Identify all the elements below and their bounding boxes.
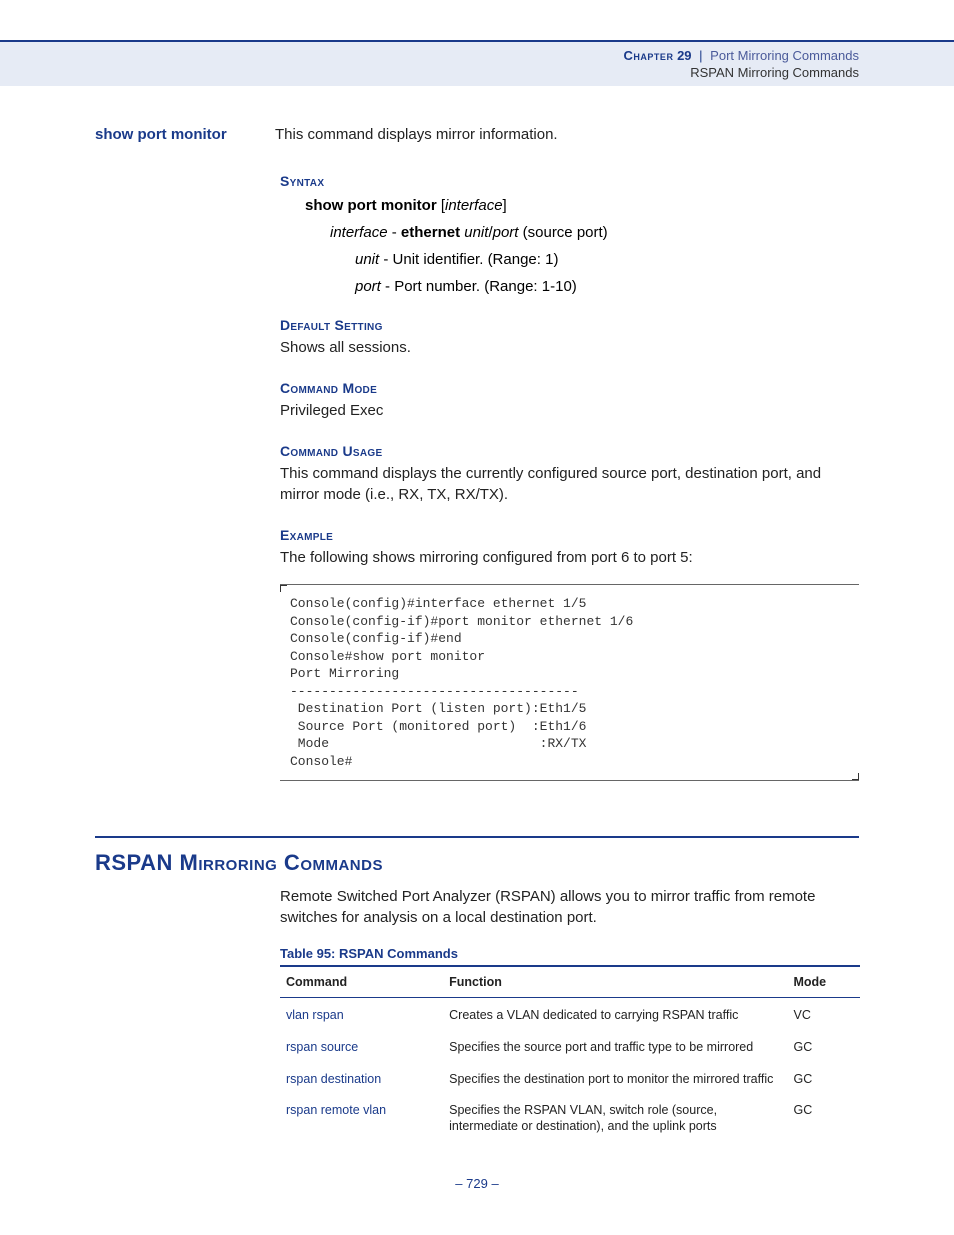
command-mode-text: Privileged Exec (280, 400, 859, 421)
cmd-link[interactable]: rspan remote vlan (280, 1093, 443, 1140)
cmd-function: Specifies the destination port to monito… (443, 1062, 787, 1094)
command-details: Syntax show port monitor [interface] int… (280, 173, 859, 781)
cmd-mode: GC (788, 1030, 861, 1062)
syntax-cmd-bold: show port monitor (305, 197, 437, 214)
syntax-ethernet-bold: ethernet (401, 224, 460, 241)
header-subtitle: RSPAN Mirroring Commands (0, 65, 859, 80)
example-heading: Example (280, 527, 859, 543)
syntax-line-1: show port monitor [interface] (305, 197, 859, 214)
rspan-section-title: RSPAN Mirroring Commands (95, 850, 859, 876)
example-code: Console(config)#interface ethernet 1/5 C… (290, 595, 859, 770)
syntax-line-3: unit - Unit identifier. (Range: 1) (355, 251, 859, 268)
cmd-link[interactable]: rspan destination (280, 1062, 443, 1094)
cmd-function: Creates a VLAN dedicated to carrying RSP… (443, 998, 787, 1030)
syntax-heading: Syntax (280, 173, 859, 189)
syntax-line-4: port - Port number. (Range: 1-10) (355, 278, 859, 295)
syntax-unit-param: unit (355, 251, 379, 268)
table-row: rspan source Specifies the source port a… (280, 1030, 860, 1062)
default-setting-text: Shows all sessions. (280, 337, 859, 358)
syntax-bracket-open: [ (437, 197, 445, 214)
command-title-row: show port monitor This command displays … (95, 126, 859, 143)
footer-dash-left: – (455, 1176, 466, 1191)
chapter-title: Port Mirroring Commands (710, 48, 859, 63)
cmd-function: Specifies the RSPAN VLAN, switch role (s… (443, 1093, 787, 1140)
cmd-link[interactable]: vlan rspan (280, 998, 443, 1030)
th-command: Command (280, 966, 443, 998)
example-intro: The following shows mirroring configured… (280, 547, 859, 568)
syntax-dash: - (388, 224, 401, 241)
section-divider (95, 836, 859, 838)
syntax-unit-desc: - Unit identifier. (Range: 1) (379, 251, 558, 268)
chapter-label: Chapter (624, 48, 674, 63)
table-caption: Table 95: RSPAN Commands (280, 946, 859, 961)
page-footer: – 729 – (95, 1176, 859, 1191)
page-content: show port monitor This command displays … (0, 126, 954, 1191)
cmd-mode: GC (788, 1093, 861, 1140)
cmd-function: Specifies the source port and traffic ty… (443, 1030, 787, 1062)
syntax-line-2: interface - ethernet unit/port (source p… (330, 224, 859, 241)
syntax-tail: (source port) (518, 224, 607, 241)
syntax-param-interface: interface (445, 197, 503, 214)
th-function: Function (443, 966, 787, 998)
example-code-block: Console(config)#interface ethernet 1/5 C… (280, 584, 859, 781)
command-usage-text: This command displays the currently conf… (280, 463, 859, 505)
header-pipe: | (699, 48, 702, 63)
syntax-port-param: port (355, 278, 381, 295)
syntax-port-ital: port (493, 224, 519, 241)
page-number: 729 (466, 1176, 488, 1191)
syntax-port-desc: - Port number. (Range: 1-10) (381, 278, 577, 295)
table-row: vlan rspan Creates a VLAN dedicated to c… (280, 998, 860, 1030)
cmd-mode: VC (788, 998, 861, 1030)
command-name: show port monitor (95, 126, 275, 143)
rspan-intro: Remote Switched Port Analyzer (RSPAN) al… (280, 886, 859, 928)
command-mode-heading: Command Mode (280, 380, 859, 396)
command-description: This command displays mirror information… (275, 126, 558, 143)
command-usage-heading: Command Usage (280, 443, 859, 459)
header-line-1: Chapter 29 | Port Mirroring Commands (0, 48, 859, 63)
table-row: rspan remote vlan Specifies the RSPAN VL… (280, 1093, 860, 1140)
cmd-mode: GC (788, 1062, 861, 1094)
page-header: Chapter 29 | Port Mirroring Commands RSP… (0, 40, 954, 86)
chapter-number: 29 (677, 48, 691, 63)
syntax-interface-ital: interface (330, 224, 388, 241)
footer-dash-right: – (488, 1176, 499, 1191)
table-row: rspan destination Specifies the destinat… (280, 1062, 860, 1094)
table-header-row: Command Function Mode (280, 966, 860, 998)
syntax-bracket-close: ] (503, 197, 507, 214)
default-setting-heading: Default Setting (280, 317, 859, 333)
syntax-unit-ital: unit (464, 224, 488, 241)
th-mode: Mode (788, 966, 861, 998)
rspan-commands-table: Command Function Mode vlan rspan Creates… (280, 965, 860, 1140)
cmd-link[interactable]: rspan source (280, 1030, 443, 1062)
